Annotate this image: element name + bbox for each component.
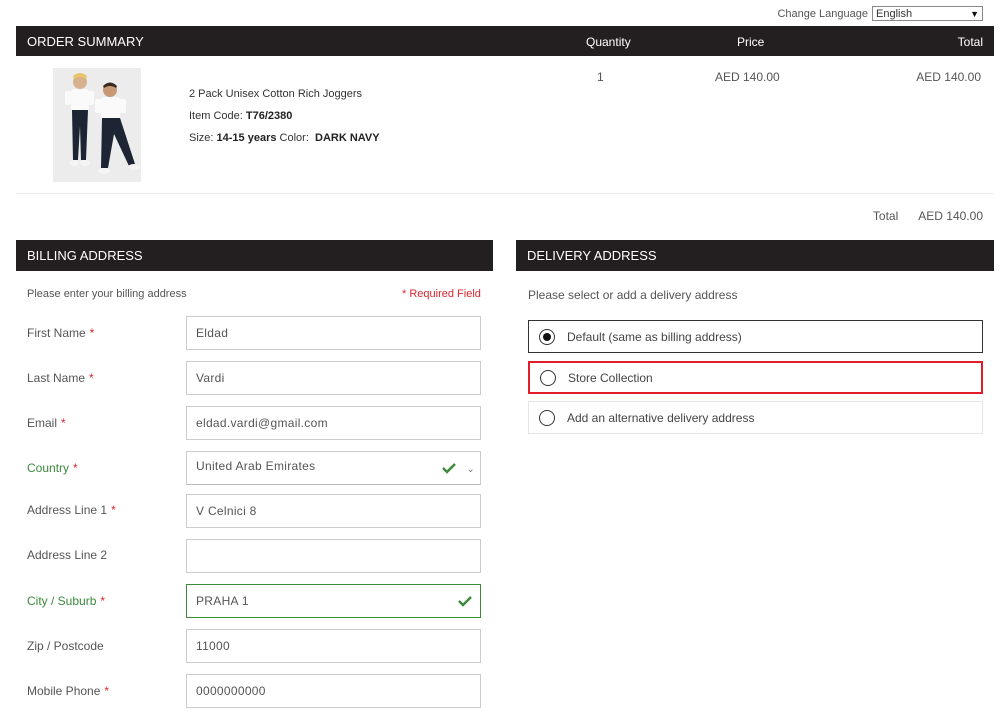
country-select[interactable]: United Arab Emirates ⌄ bbox=[186, 451, 481, 485]
required-field-note: * Required Field bbox=[402, 288, 481, 300]
language-selected-value: English bbox=[876, 7, 913, 20]
zip-value: 11000 bbox=[196, 639, 230, 653]
city-field[interactable]: PRAHA 1 bbox=[186, 584, 481, 618]
zip-label: Zip / Postcode bbox=[27, 639, 104, 653]
address-line-1-value: V Celnici 8 bbox=[196, 504, 257, 518]
dropdown-arrow-icon: ▼ bbox=[970, 8, 979, 19]
size-value: 14-15 years bbox=[216, 132, 277, 144]
product-name[interactable]: 2 Pack Unisex Cotton Rich Joggers bbox=[189, 83, 380, 105]
email-field[interactable]: eldad.vardi@gmail.com bbox=[186, 406, 481, 440]
email-label: Email * bbox=[27, 416, 66, 430]
product-item-code: Item Code: T76/2380 bbox=[189, 105, 380, 127]
column-price: Price bbox=[737, 35, 765, 49]
language-bar: Change Language English ▼ bbox=[777, 6, 983, 21]
city-value: PRAHA 1 bbox=[196, 594, 249, 608]
delivery-option-label: Default (same as billing address) bbox=[567, 329, 742, 344]
grand-total-value: AED 140.00 bbox=[918, 209, 983, 223]
product-size-color: Size: 14-15 years Color: DARK NAVY bbox=[189, 127, 380, 149]
order-summary-header: ORDER SUMMARY Quantity Price Total bbox=[16, 26, 994, 56]
radio-selected-icon[interactable] bbox=[539, 328, 555, 345]
column-quantity: Quantity bbox=[586, 35, 631, 49]
last-name-label: Last Name * bbox=[27, 371, 94, 385]
delivery-option-default[interactable]: Default (same as billing address) bbox=[528, 320, 983, 353]
country-label: Country * bbox=[27, 461, 78, 475]
order-grand-total: Total AED 140.00 bbox=[873, 209, 983, 223]
address-line-2-field[interactable] bbox=[186, 539, 481, 573]
address-line-1-field[interactable]: V Celnici 8 bbox=[186, 494, 481, 528]
last-name-value: Vardi bbox=[196, 371, 225, 385]
zip-field[interactable]: 11000 bbox=[186, 629, 481, 663]
product-info: 2 Pack Unisex Cotton Rich Joggers Item C… bbox=[189, 83, 380, 149]
delivery-option-store-collection[interactable]: Store Collection bbox=[528, 361, 983, 394]
item-total: AED 140.00 bbox=[916, 70, 981, 84]
column-total: Total bbox=[957, 35, 983, 49]
check-icon bbox=[442, 463, 456, 474]
color-label: Color: bbox=[279, 132, 309, 144]
delivery-option-label: Add an alternative delivery address bbox=[567, 410, 755, 425]
billing-intro-text: Please enter your billing address bbox=[27, 288, 187, 300]
city-label: City / Suburb * bbox=[27, 594, 106, 608]
delivery-intro-text: Please select or add a delivery address bbox=[528, 288, 738, 302]
delivery-address-header: DELIVERY ADDRESS bbox=[516, 240, 994, 271]
country-value: United Arab Emirates bbox=[196, 459, 316, 473]
check-icon bbox=[458, 596, 472, 607]
item-code-value: T76/2380 bbox=[245, 110, 293, 122]
email-value: eldad.vardi@gmail.com bbox=[196, 416, 328, 430]
address-line-2-label: Address Line 2 bbox=[27, 548, 108, 562]
radio-unselected-icon[interactable] bbox=[540, 369, 556, 386]
mobile-phone-field[interactable]: 0000000000 bbox=[186, 674, 481, 708]
size-label: Size: bbox=[189, 132, 214, 144]
item-price: AED 140.00 bbox=[715, 70, 780, 84]
delivery-option-label: Store Collection bbox=[568, 370, 653, 385]
delivery-option-alternative[interactable]: Add an alternative delivery address bbox=[528, 401, 983, 434]
grand-total-label: Total bbox=[872, 209, 899, 223]
color-value: DARK NAVY bbox=[315, 132, 380, 144]
last-name-field[interactable]: Vardi bbox=[186, 361, 481, 395]
address-line-1-label: Address Line 1 * bbox=[27, 503, 116, 517]
mobile-phone-value: 0000000000 bbox=[196, 684, 266, 698]
language-label: Change Language bbox=[777, 7, 868, 20]
radio-unselected-icon[interactable] bbox=[539, 409, 555, 426]
order-item-row: 2 Pack Unisex Cotton Rich Joggers Item C… bbox=[16, 56, 994, 194]
language-select[interactable]: English ▼ bbox=[872, 6, 983, 21]
first-name-value: Eldad bbox=[196, 326, 229, 340]
chevron-down-icon: ⌄ bbox=[466, 464, 475, 475]
item-quantity: 1 bbox=[597, 70, 604, 84]
product-image[interactable] bbox=[53, 68, 141, 182]
first-name-field[interactable]: Eldad bbox=[186, 316, 481, 350]
billing-address-header: BILLING ADDRESS bbox=[16, 240, 493, 271]
item-code-label: Item Code: bbox=[189, 110, 243, 122]
order-summary-title: ORDER SUMMARY bbox=[27, 34, 144, 49]
mobile-phone-label: Mobile Phone * bbox=[27, 684, 110, 698]
first-name-label: First Name * bbox=[27, 326, 95, 340]
